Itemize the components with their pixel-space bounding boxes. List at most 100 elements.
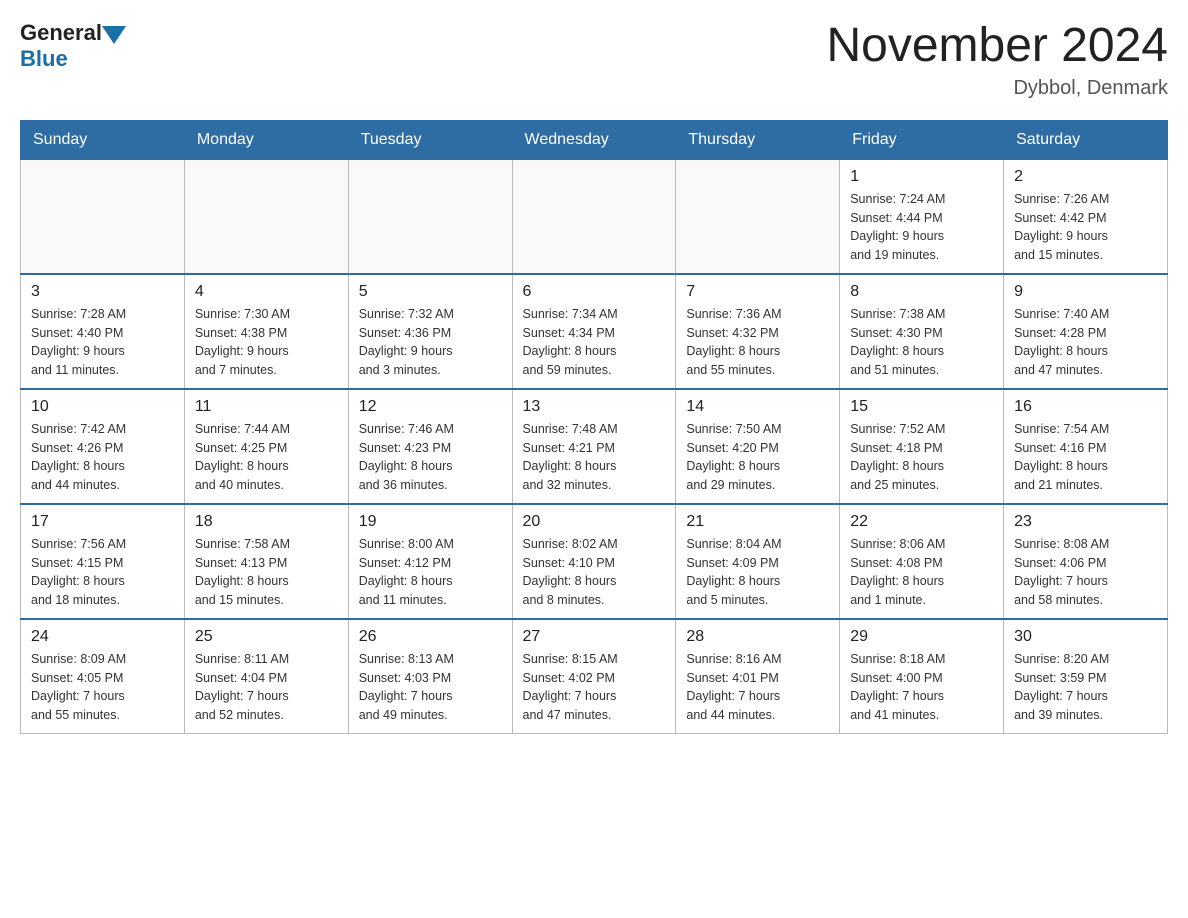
day-info: Sunrise: 7:42 AM Sunset: 4:26 PM Dayligh… [31,420,174,495]
calendar-day-cell: 9 Sunrise: 7:40 AM Sunset: 4:28 PM Daylig… [1004,274,1168,389]
day-info: Sunrise: 7:56 AM Sunset: 4:15 PM Dayligh… [31,535,174,610]
calendar-day-cell [348,159,512,274]
day-info: Sunrise: 7:24 AM Sunset: 4:44 PM Dayligh… [850,190,993,265]
day-number: 29 [850,628,993,646]
calendar-day-cell: 20 Sunrise: 8:02 AM Sunset: 4:10 PM Dayli… [512,504,676,619]
day-number: 2 [1014,168,1157,186]
logo-general-text: General [20,20,102,46]
calendar-day-cell: 30 Sunrise: 8:20 AM Sunset: 3:59 PM Dayli… [1004,619,1168,734]
calendar-table: SundayMondayTuesdayWednesdayThursdayFrid… [20,120,1168,734]
day-number: 28 [686,628,829,646]
day-number: 19 [359,513,502,531]
calendar-day-cell: 16 Sunrise: 7:54 AM Sunset: 4:16 PM Dayli… [1004,389,1168,504]
day-number: 20 [523,513,666,531]
logo-blue-text: Blue [20,46,126,72]
day-number: 6 [523,283,666,301]
logo: General Blue [20,20,126,72]
calendar-day-cell: 18Sunrise: 7:58 AM Sunset: 4:13 PM Dayli… [184,504,348,619]
day-number: 17 [31,513,174,531]
calendar-day-cell: 6Sunrise: 7:34 AM Sunset: 4:34 PM Daylig… [512,274,676,389]
calendar-header-row: SundayMondayTuesdayWednesdayThursdayFrid… [21,120,1168,159]
day-of-week-header: Wednesday [512,120,676,159]
day-number: 16 [1014,398,1157,416]
day-info: Sunrise: 8:06 AM Sunset: 4:08 PM Dayligh… [850,535,993,610]
day-number: 24 [31,628,174,646]
day-number: 11 [195,398,338,416]
day-info: Sunrise: 8:04 AM Sunset: 4:09 PM Dayligh… [686,535,829,610]
calendar-day-cell: 15Sunrise: 7:52 AM Sunset: 4:18 PM Dayli… [840,389,1004,504]
day-info: Sunrise: 8:18 AM Sunset: 4:00 PM Dayligh… [850,650,993,725]
day-number: 22 [850,513,993,531]
calendar-day-cell: 26 Sunrise: 8:13 AM Sunset: 4:03 PM Dayli… [348,619,512,734]
logo-top-row: General [20,20,126,46]
day-number: 21 [686,513,829,531]
logo-arrow-icon [102,26,126,44]
day-number: 13 [523,398,666,416]
day-info: Sunrise: 8:13 AM Sunset: 4:03 PM Dayligh… [359,650,502,725]
calendar-week-row: 24Sunrise: 8:09 AM Sunset: 4:05 PM Dayli… [21,619,1168,734]
calendar-day-cell: 17 Sunrise: 7:56 AM Sunset: 4:15 PM Dayli… [21,504,185,619]
calendar-day-cell: 2 Sunrise: 7:26 AM Sunset: 4:42 PM Daylig… [1004,159,1168,274]
day-of-week-header: Sunday [21,120,185,159]
day-of-week-header: Saturday [1004,120,1168,159]
calendar-day-cell: 28 Sunrise: 8:16 AM Sunset: 4:01 PM Dayli… [676,619,840,734]
day-number: 5 [359,283,502,301]
calendar-day-cell: 14Sunrise: 7:50 AM Sunset: 4:20 PM Dayli… [676,389,840,504]
day-info: Sunrise: 7:40 AM Sunset: 4:28 PM Dayligh… [1014,305,1157,380]
calendar-day-cell: 12 Sunrise: 7:46 AM Sunset: 4:23 PM Dayli… [348,389,512,504]
calendar-day-cell: 24Sunrise: 8:09 AM Sunset: 4:05 PM Dayli… [21,619,185,734]
day-number: 30 [1014,628,1157,646]
calendar-day-cell: 5 Sunrise: 7:32 AM Sunset: 4:36 PM Daylig… [348,274,512,389]
calendar-day-cell [512,159,676,274]
calendar-day-cell: 8 Sunrise: 7:38 AM Sunset: 4:30 PM Daylig… [840,274,1004,389]
day-number: 27 [523,628,666,646]
logo-group: General Blue [20,20,126,72]
day-info: Sunrise: 8:00 AM Sunset: 4:12 PM Dayligh… [359,535,502,610]
calendar-day-cell [676,159,840,274]
calendar-day-cell: 23 Sunrise: 8:08 AM Sunset: 4:06 PM Dayli… [1004,504,1168,619]
day-number: 3 [31,283,174,301]
day-info: Sunrise: 7:50 AM Sunset: 4:20 PM Dayligh… [686,420,829,495]
day-info: Sunrise: 7:46 AM Sunset: 4:23 PM Dayligh… [359,420,502,495]
calendar-day-cell: 13 Sunrise: 7:48 AM Sunset: 4:21 PM Dayli… [512,389,676,504]
day-info: Sunrise: 8:02 AM Sunset: 4:10 PM Dayligh… [523,535,666,610]
day-of-week-header: Tuesday [348,120,512,159]
day-info: Sunrise: 7:58 AM Sunset: 4:13 PM Dayligh… [195,535,338,610]
day-info: Sunrise: 7:52 AM Sunset: 4:18 PM Dayligh… [850,420,993,495]
calendar-day-cell [21,159,185,274]
day-info: Sunrise: 7:36 AM Sunset: 4:32 PM Dayligh… [686,305,829,380]
day-info: Sunrise: 8:15 AM Sunset: 4:02 PM Dayligh… [523,650,666,725]
day-info: Sunrise: 7:54 AM Sunset: 4:16 PM Dayligh… [1014,420,1157,495]
calendar-day-cell: 21 Sunrise: 8:04 AM Sunset: 4:09 PM Dayli… [676,504,840,619]
month-title: November 2024 [826,20,1168,73]
title-section: November 2024 Dybbol, Denmark [826,20,1168,100]
day-info: Sunrise: 7:28 AM Sunset: 4:40 PM Dayligh… [31,305,174,380]
day-info: Sunrise: 7:26 AM Sunset: 4:42 PM Dayligh… [1014,190,1157,265]
day-number: 23 [1014,513,1157,531]
calendar-day-cell: 22 Sunrise: 8:06 AM Sunset: 4:08 PM Dayli… [840,504,1004,619]
day-number: 26 [359,628,502,646]
calendar-day-cell: 27 Sunrise: 8:15 AM Sunset: 4:02 PM Dayli… [512,619,676,734]
calendar-day-cell: 1 Sunrise: 7:24 AM Sunset: 4:44 PM Daylig… [840,159,1004,274]
day-info: Sunrise: 7:44 AM Sunset: 4:25 PM Dayligh… [195,420,338,495]
day-info: Sunrise: 7:30 AM Sunset: 4:38 PM Dayligh… [195,305,338,380]
day-info: Sunrise: 7:32 AM Sunset: 4:36 PM Dayligh… [359,305,502,380]
day-number: 25 [195,628,338,646]
day-info: Sunrise: 7:38 AM Sunset: 4:30 PM Dayligh… [850,305,993,380]
day-info: Sunrise: 8:16 AM Sunset: 4:01 PM Dayligh… [686,650,829,725]
calendar-day-cell: 3 Sunrise: 7:28 AM Sunset: 4:40 PM Daylig… [21,274,185,389]
day-info: Sunrise: 8:08 AM Sunset: 4:06 PM Dayligh… [1014,535,1157,610]
day-number: 9 [1014,283,1157,301]
calendar-week-row: 10Sunrise: 7:42 AM Sunset: 4:26 PM Dayli… [21,389,1168,504]
day-info: Sunrise: 7:48 AM Sunset: 4:21 PM Dayligh… [523,420,666,495]
day-number: 8 [850,283,993,301]
day-of-week-header: Thursday [676,120,840,159]
day-of-week-header: Monday [184,120,348,159]
calendar-week-row: 3 Sunrise: 7:28 AM Sunset: 4:40 PM Daylig… [21,274,1168,389]
day-number: 1 [850,168,993,186]
calendar-day-cell: 19 Sunrise: 8:00 AM Sunset: 4:12 PM Dayli… [348,504,512,619]
calendar-day-cell: 11 Sunrise: 7:44 AM Sunset: 4:25 PM Dayli… [184,389,348,504]
day-number: 12 [359,398,502,416]
day-info: Sunrise: 8:20 AM Sunset: 3:59 PM Dayligh… [1014,650,1157,725]
calendar-day-cell [184,159,348,274]
